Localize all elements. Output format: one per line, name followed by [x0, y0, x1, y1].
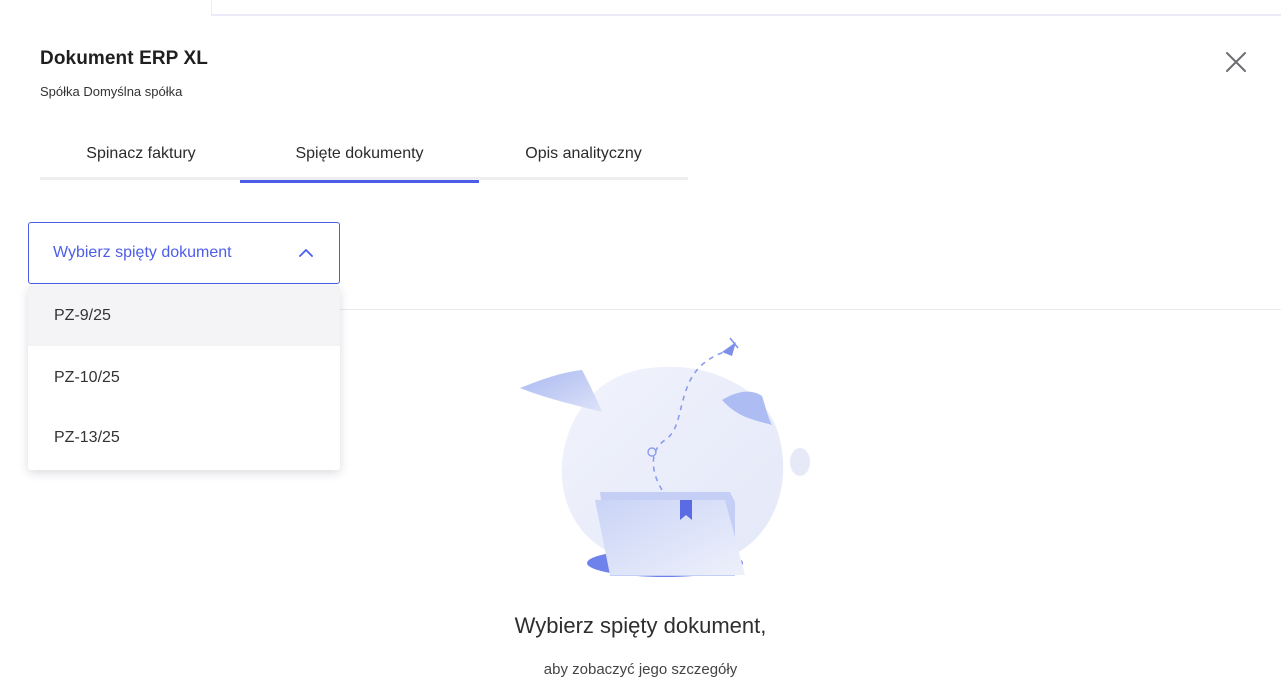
dropdown-option[interactable]: PZ-9/25	[28, 286, 340, 346]
empty-state-subtitle: aby zobaczyć jego szczegóły	[543, 661, 738, 678]
document-dropdown-menu: PZ-9/25 PZ-10/25 PZ-13/25	[28, 286, 340, 470]
dropdown-option[interactable]: PZ-10/25	[28, 348, 340, 408]
top-strip	[0, 0, 1281, 16]
empty-state-title: Wybierz spięty dokument,	[514, 613, 767, 638]
close-icon	[1226, 52, 1246, 72]
tab-spinacz-faktury[interactable]: Spinacz faktury	[42, 136, 240, 180]
dropdown-option[interactable]: PZ-13/25	[28, 408, 340, 468]
chevron-up-icon	[297, 247, 315, 259]
document-select-value: Wybierz spięty dokument	[53, 244, 232, 261]
close-button[interactable]	[1222, 48, 1250, 76]
top-separator	[211, 0, 212, 14]
top-border	[211, 14, 1281, 16]
document-panel: Dokument ERP XL Spółka Domyślna spółka S…	[0, 0, 1281, 684]
panel-subtitle: Spółka Domyślna spółka	[40, 84, 183, 99]
tab-spiete-dokumenty[interactable]: Spięte dokumenty	[240, 136, 479, 183]
tab-opis-analityczny[interactable]: Opis analityczny	[479, 136, 688, 180]
document-select[interactable]: Wybierz spięty dokument	[28, 222, 340, 284]
folder-illustration	[520, 337, 810, 577]
tab-bar: Spinacz faktury Spięte dokumenty Opis an…	[40, 136, 688, 183]
panel-title: Dokument ERP XL	[40, 48, 208, 69]
